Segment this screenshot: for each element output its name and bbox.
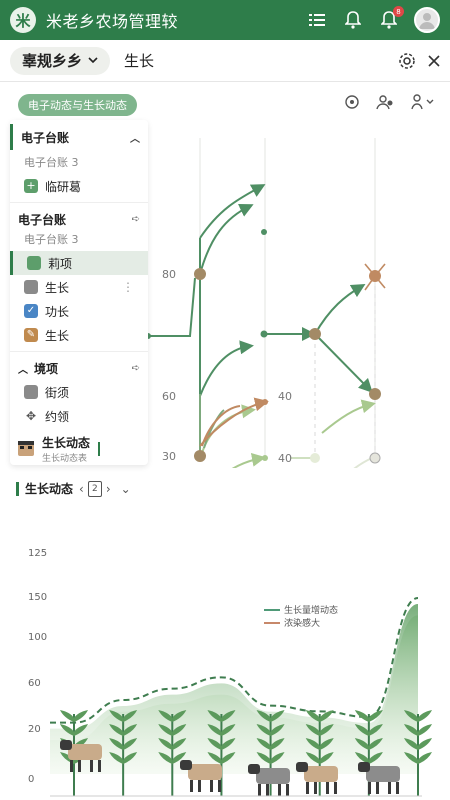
- next-icon[interactable]: ›: [106, 482, 111, 496]
- growth-chart-title: 生长动态: [25, 482, 74, 496]
- cow-icon: [180, 760, 222, 792]
- list-item[interactable]: ✥ 约领: [10, 404, 148, 428]
- person-dropdown-icon[interactable]: [410, 94, 436, 110]
- list-item[interactable]: 生长 ⋮: [10, 275, 148, 299]
- user-avatar[interactable]: [414, 7, 440, 33]
- y-tick-label: 60: [28, 678, 41, 689]
- group-header[interactable]: 电子台账 ➪: [10, 207, 148, 231]
- app-logo: 米: [10, 7, 36, 33]
- bell-icon[interactable]: [342, 9, 364, 31]
- tab-bar: 辜规乡乡 生长: [0, 40, 450, 82]
- list-item[interactable]: 莉项: [10, 251, 148, 275]
- tab-growth[interactable]: 生长: [124, 50, 154, 71]
- series-area: [50, 604, 418, 774]
- group-title: 电子台账: [21, 130, 70, 145]
- list-item[interactable]: ✎ 生长: [10, 323, 148, 347]
- cow-icon: [248, 764, 290, 796]
- group-subtitle: 电子台账 3: [24, 233, 79, 246]
- pin-icon: [27, 256, 41, 270]
- notification-badge: 8: [393, 6, 404, 17]
- plus-icon: +: [24, 179, 38, 193]
- main-content: 电子动态与生长动态 80 60 30 40 40 电子台账 ︿ 电子台账 3 +…: [0, 82, 450, 800]
- growth-chart-header: 生长动态 ‹ 2 › ⌄: [16, 480, 131, 497]
- target-icon[interactable]: [344, 94, 360, 110]
- list-item[interactable]: ✓ 功长: [10, 299, 148, 323]
- folder-icon: [24, 385, 38, 399]
- section-label: 电子动态与生长动态: [18, 94, 137, 116]
- farm-selector-label: 辜规乡乡: [22, 52, 83, 70]
- y-tick-label: 20: [28, 724, 41, 735]
- move-icon: ✥: [25, 409, 37, 423]
- item-label: 临研葛: [45, 179, 82, 194]
- growth-card[interactable]: 生长动态 生长动态表: [16, 434, 142, 464]
- app-header: 米 米老乡农场管理较 8: [0, 0, 450, 40]
- check-icon: ✓: [24, 304, 38, 318]
- cow-icon: [18, 441, 34, 456]
- caret-up-icon: ︿: [18, 364, 28, 376]
- side-panel: 电子台账 ︿ 电子台账 3 + 临研葛 电子台账 ➪ 电子台账 3 莉项 生长 …: [10, 120, 148, 465]
- card-title: 生长动态: [42, 436, 91, 450]
- app-title: 米老乡农场管理较: [46, 12, 179, 31]
- more-icon[interactable]: ⋮: [122, 280, 134, 294]
- page-indicator: 2: [87, 480, 102, 497]
- group-header[interactable]: ︿ 境项 ➪: [10, 356, 148, 380]
- item-label: 生长: [45, 328, 70, 343]
- flow-label: 40: [278, 390, 292, 403]
- item-label: 街须: [45, 385, 70, 400]
- growth-area-chart: 02060100150125 音买萧接贾菜颁砖娱羁壤接肪接买潢 生长量增动态 浓…: [28, 548, 432, 797]
- chevron-up-icon: ︿: [130, 133, 140, 145]
- prev-icon[interactable]: ‹: [79, 482, 84, 496]
- flow-diagram: 80 60 30 20 40 40 30: [145, 138, 386, 468]
- list-item[interactable]: + 临研葛: [10, 174, 148, 198]
- group-title: 境项: [34, 361, 59, 376]
- notification-icon[interactable]: 8: [378, 6, 404, 31]
- y-tick-label: 0: [28, 774, 34, 785]
- share-icon: ➪: [131, 362, 140, 374]
- list-item[interactable]: 街须: [10, 380, 148, 404]
- y-tick-label: 125: [28, 548, 47, 559]
- item-label: 功长: [45, 304, 70, 319]
- cow-icon: [358, 762, 400, 794]
- item-label: 生长: [45, 280, 70, 295]
- share-icon: ➪: [131, 213, 140, 225]
- card-subtitle: 生长动态表: [42, 454, 88, 464]
- chart-legend: 生长量增动态 浓染感大: [258, 600, 350, 632]
- flow-label: 30: [162, 450, 176, 463]
- group-title: 电子台账: [18, 212, 67, 227]
- farm-selector[interactable]: 辜规乡乡: [10, 46, 111, 75]
- list-icon[interactable]: [306, 9, 328, 31]
- item-label: 约领: [45, 409, 70, 424]
- flow-label: 60: [162, 390, 176, 403]
- pencil-icon: ✎: [24, 328, 38, 342]
- user-group-icon[interactable]: [376, 94, 394, 110]
- group-header[interactable]: 电子台账 ︿: [10, 124, 148, 150]
- folder-icon: [24, 280, 38, 294]
- legend-label: 生长量增动态: [284, 604, 338, 616]
- flow-label: 80: [162, 268, 176, 281]
- settings-icon[interactable]: [398, 52, 416, 70]
- y-tick-label: 100: [28, 632, 47, 643]
- close-icon[interactable]: [428, 54, 440, 67]
- y-tick-label: 150: [28, 592, 47, 603]
- cow-icon: [296, 762, 338, 794]
- chevron-down-icon[interactable]: ⌄: [121, 482, 131, 496]
- flow-label: 40: [278, 452, 292, 465]
- legend-label: 浓染感大: [284, 617, 320, 629]
- item-label: 莉项: [48, 256, 73, 271]
- group-subtitle: 电子台账 3: [24, 156, 79, 169]
- chevron-down-icon: [88, 57, 98, 64]
